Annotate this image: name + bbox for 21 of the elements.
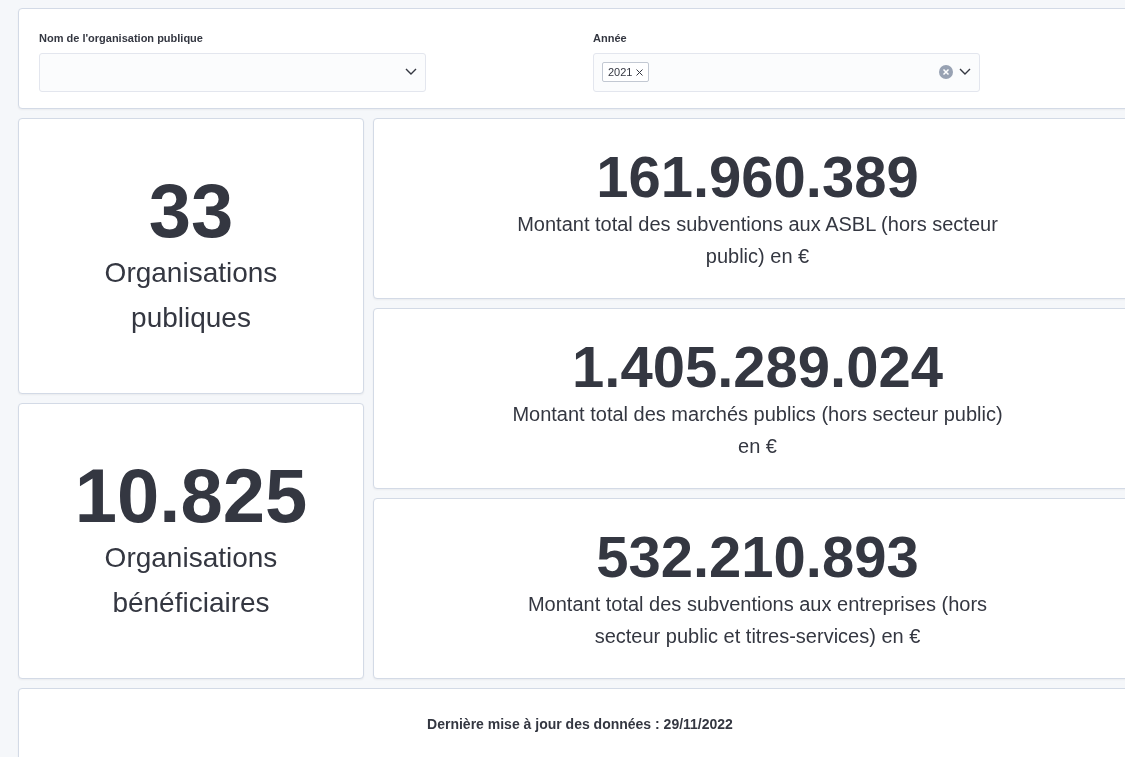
selected-tag[interactable]: 2021 <box>602 61 650 83</box>
select-field[interactable] <box>39 52 426 92</box>
chevron-down-icon[interactable] <box>959 68 971 76</box>
metric-value: 161.960.389 <box>596 144 919 209</box>
metric-label: Montant total des marchés publics (hors secteur public) en € <box>511 402 1004 460</box>
metric-value: 33 <box>148 171 234 252</box>
metric-value: 532.210.893 <box>596 524 919 589</box>
select-field[interactable]: 2021 <box>593 52 980 92</box>
metric-label: Montant total des subventions aux ASBL (hors secteur public) en € <box>516 212 999 270</box>
metric-value: 10.825 <box>74 456 308 537</box>
last-update-text: Dernière mise à jour des données : 29/11/2022 <box>427 715 733 734</box>
clear-icon[interactable] <box>939 65 953 79</box>
metric-label: Montant total des subventions aux entreprises (hors secteur public et titres-services) en € <box>526 592 989 650</box>
chevron-down-icon[interactable] <box>405 68 417 76</box>
tag-label: 2021 <box>608 64 633 80</box>
metric-value: 1.405.289.024 <box>572 334 943 399</box>
field-label: Année <box>593 31 627 46</box>
field-label: Nom de l'organisation publique <box>39 31 203 46</box>
metric-label: Organisations publiques <box>103 256 279 335</box>
remove-icon[interactable] <box>636 68 644 76</box>
metric-label: Organisations bénéficiaires <box>103 541 279 620</box>
